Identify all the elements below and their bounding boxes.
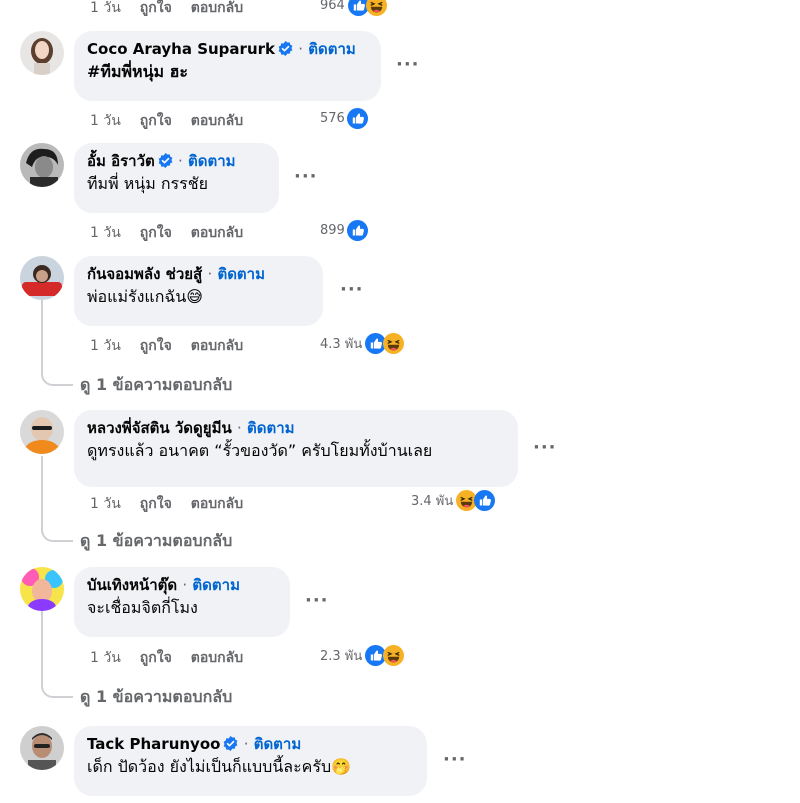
view-replies-link[interactable]: ดู 1 ข้อความตอบกลับ xyxy=(80,529,232,554)
reaction-summary[interactable]: 964 xyxy=(320,0,387,16)
comment-bubble: Tack Pharunyoo · ติดตาม เด็ก ปัดว้อง ยัง… xyxy=(74,726,427,796)
more-options-icon[interactable]: ··· xyxy=(396,54,420,75)
more-options-icon[interactable]: ··· xyxy=(340,279,364,300)
comment-time[interactable]: 1 วัน xyxy=(90,225,121,241)
reaction-count: 576 xyxy=(320,111,345,126)
view-replies-link[interactable]: ดู 1 ข้อความตอบกลับ xyxy=(80,373,232,398)
avatar[interactable] xyxy=(20,726,64,770)
view-replies-link[interactable]: ดู 1 ข้อความตอบกลับ xyxy=(80,685,232,710)
commenter-name[interactable]: บันเทิงหน้าตุ๊ด xyxy=(87,576,177,594)
more-options-icon[interactable]: ··· xyxy=(305,590,329,611)
comment-time[interactable]: 1 วัน xyxy=(90,0,121,16)
reply-thread-line xyxy=(41,456,73,542)
like-button[interactable]: ถูกใจ xyxy=(140,496,172,512)
comment-bubble: บันเทิงหน้าตุ๊ด · ติดตาม จะเชื่อมจิตกี่โ… xyxy=(74,567,290,637)
reply-button[interactable]: ตอบกลับ xyxy=(191,650,243,666)
like-button[interactable]: ถูกใจ xyxy=(140,113,172,129)
follow-button[interactable]: ติดตาม xyxy=(308,40,356,58)
haha-icon xyxy=(383,333,404,354)
reply-button[interactable]: ตอบกลับ xyxy=(191,113,243,129)
reply-button[interactable]: ตอบกลับ xyxy=(191,0,243,16)
commenter-name[interactable]: Coco Arayha Suparurk xyxy=(87,40,275,58)
avatar[interactable] xyxy=(20,143,64,187)
comment-actions: 1 วัน ถูกใจ ตอบกลับ xyxy=(90,0,262,19)
reaction-count: 2.3 พัน xyxy=(320,649,363,664)
follow-button[interactable]: ติดตาม xyxy=(188,152,236,170)
reply-button[interactable]: ตอบกลับ xyxy=(191,225,243,241)
reaction-count: 3.4 พัน xyxy=(411,494,454,509)
comment-time[interactable]: 1 วัน xyxy=(90,338,121,354)
comment-time[interactable]: 1 วัน xyxy=(90,650,121,666)
haha-icon xyxy=(366,0,387,16)
comment-actions: 1 วัน ถูกใจ ตอบกลับ xyxy=(90,222,262,244)
commenter-name[interactable]: กันจอมพลัง ช่วยสู้ xyxy=(87,265,202,283)
verified-badge-icon xyxy=(158,153,173,168)
commenter-name[interactable]: หลวงพี่จัสติน วัดดูยูมีน xyxy=(87,419,232,437)
comment-bubble: กันจอมพลัง ช่วยสู้ · ติดตาม พ่อแม่รังแกฉ… xyxy=(74,256,323,326)
more-options-icon[interactable]: ··· xyxy=(533,437,557,458)
comment-text: #ทีมพี่หนุ่ม ฮะ xyxy=(87,62,189,81)
follow-button[interactable]: ติดตาม xyxy=(192,576,240,594)
comment-text: จะเชื่อมจิตกี่โมง xyxy=(87,598,198,617)
reaction-count: 899 xyxy=(320,223,345,238)
more-options-icon[interactable]: ··· xyxy=(294,166,318,187)
like-icon xyxy=(347,108,368,129)
reply-button[interactable]: ตอบกลับ xyxy=(191,496,243,512)
reply-thread-line xyxy=(41,300,73,386)
avatar[interactable] xyxy=(20,31,64,75)
reply-thread-line xyxy=(41,611,73,698)
reply-button[interactable]: ตอบกลับ xyxy=(191,338,243,354)
follow-button[interactable]: ติดตาม xyxy=(247,419,295,437)
like-button[interactable]: ถูกใจ xyxy=(140,650,172,666)
verified-badge-icon xyxy=(223,736,238,751)
separator: · xyxy=(182,576,188,594)
like-icon xyxy=(347,220,368,241)
commenter-name[interactable]: อั้ม อิราวัต xyxy=(87,152,155,170)
haha-icon xyxy=(383,645,404,666)
comment-time[interactable]: 1 วัน xyxy=(90,113,121,129)
follow-button[interactable]: ติดตาม xyxy=(217,265,265,283)
comment-text: พ่อแม่รังแกฉัน😅 xyxy=(87,287,203,306)
comment-text: เด็ก ปัดว้อง ยังไม่เป็นก็แบบนี้ละครับ🤭 xyxy=(87,757,352,776)
separator: · xyxy=(178,152,183,170)
comment-actions: 1 วัน ถูกใจ ตอบกลับ xyxy=(90,647,262,669)
separator: · xyxy=(298,40,304,58)
reaction-summary[interactable]: 2.3 พัน xyxy=(320,645,404,666)
reaction-summary[interactable]: 3.4 พัน xyxy=(411,490,495,511)
like-button[interactable]: ถูกใจ xyxy=(140,225,172,241)
comment-bubble: หลวงพี่จัสติน วัดดูยูมีน · ติดตาม ดูทรงแ… xyxy=(74,410,518,487)
like-button[interactable]: ถูกใจ xyxy=(140,338,172,354)
avatar[interactable] xyxy=(20,567,64,611)
avatar[interactable] xyxy=(20,410,64,454)
comment-actions: 1 วัน ถูกใจ ตอบกลับ xyxy=(90,335,262,357)
reaction-summary[interactable]: 576 xyxy=(320,108,368,129)
reaction-count: 964 xyxy=(320,0,345,13)
separator: · xyxy=(243,735,249,753)
separator: · xyxy=(236,419,242,437)
more-options-icon[interactable]: ··· xyxy=(443,749,467,770)
like-button[interactable]: ถูกใจ xyxy=(140,0,172,16)
avatar[interactable] xyxy=(20,256,64,300)
separator: · xyxy=(207,265,213,283)
reaction-summary[interactable]: 899 xyxy=(320,220,368,241)
comment-text: ดูทรงแล้ว อนาคต “รั้วของวัด” ครับโยมทั้ง… xyxy=(87,441,433,460)
comment-text: ทีมพี่ หนุ่ม กรรชัย xyxy=(87,174,208,193)
comment-time[interactable]: 1 วัน xyxy=(90,496,121,512)
commenter-name[interactable]: Tack Pharunyoo xyxy=(87,735,220,753)
follow-button[interactable]: ติดตาม xyxy=(254,735,302,753)
comment-bubble: อั้ม อิราวัต · ติดตาม ทีมพี่ หนุ่ม กรรชั… xyxy=(74,143,279,213)
reaction-summary[interactable]: 4.3 พัน xyxy=(320,333,404,354)
comment-actions: 1 วัน ถูกใจ ตอบกลับ xyxy=(90,493,262,515)
comment-bubble: Coco Arayha Suparurk · ติดตาม #ทีมพี่หนุ… xyxy=(74,31,381,101)
comment-actions: 1 วัน ถูกใจ ตอบกลับ xyxy=(90,110,262,132)
like-icon xyxy=(474,490,495,511)
reaction-count: 4.3 พัน xyxy=(320,337,363,352)
verified-badge-icon xyxy=(278,41,293,56)
